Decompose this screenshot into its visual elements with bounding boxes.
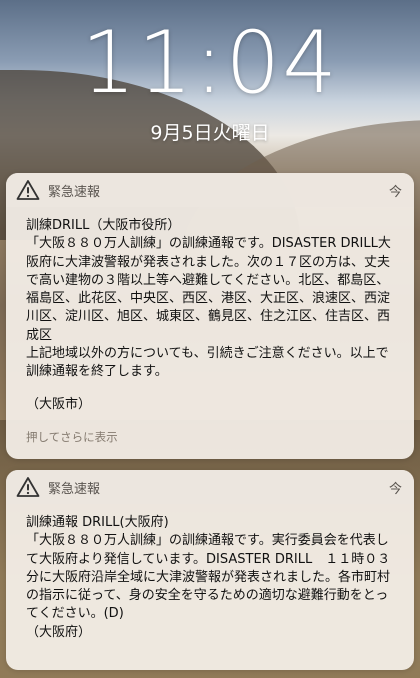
notification-header: 緊急速報 今: [6, 470, 414, 504]
notification-app-name: 緊急速報: [48, 481, 101, 497]
notification-time: 今: [388, 184, 402, 200]
notification-body: 訓練DRILL（大阪市役所） 「大阪８８０万人訓練」の訓練通報です。DISAST…: [6, 207, 414, 446]
notification-card[interactable]: 緊急速報 今 訓練DRILL（大阪市役所） 「大阪８８０万人訓練」の訓練通報です…: [6, 173, 414, 459]
notification-header: 緊急速報 今: [6, 173, 414, 207]
warning-triangle-icon: [16, 180, 40, 200]
notification-title: 訓練通報 DRILL(大阪府): [26, 515, 169, 530]
warning-triangle-icon: [16, 477, 40, 497]
notification-title: 訓練DRILL（大阪市役所）: [26, 218, 181, 233]
notification-message: 「大阪８８０万人訓練」の訓練通報です。DISASTER DRILL大阪府に大津波…: [26, 236, 391, 380]
lockscreen-clock: 11:04: [81, 13, 339, 113]
press-for-more-link[interactable]: 押してさらに表示: [26, 428, 399, 446]
notification-body: 訓練通報 DRILL(大阪府) 「大阪８８０万人訓練」の訓練通報です。実行委員会…: [6, 504, 414, 642]
lockscreen-date: 9月5日火曜日: [150, 122, 270, 144]
notification-message: 「大阪８８０万人訓練」の訓練通報です。実行委員会を代表して大阪府より発信していま…: [26, 533, 391, 640]
notification-time: 今: [388, 481, 402, 497]
notification-signature: （大阪市）: [26, 396, 92, 412]
notification-card[interactable]: 緊急速報 今 訓練通報 DRILL(大阪府) 「大阪８８０万人訓練」の訓練通報で…: [6, 470, 414, 670]
notification-app-name: 緊急速報: [48, 184, 101, 200]
